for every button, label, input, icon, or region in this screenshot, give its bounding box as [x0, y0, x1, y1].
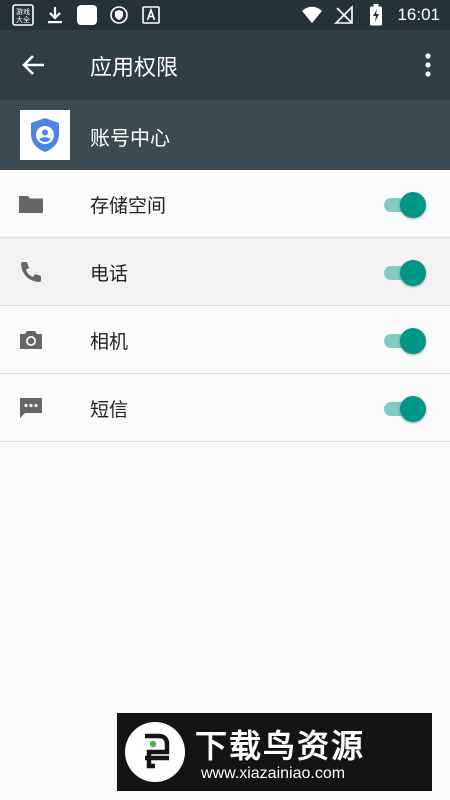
- status-bar: 游戏 大全 16:01: [0, 0, 450, 30]
- wifi-icon: [301, 4, 323, 26]
- folder-icon: [18, 191, 44, 217]
- toggle-thumb: [400, 328, 426, 354]
- permission-toggle[interactable]: [384, 191, 428, 219]
- shield-app-icon: [108, 4, 130, 26]
- camera-icon: [18, 327, 44, 353]
- more-vert-icon[interactable]: [422, 50, 434, 80]
- permission-row-camera[interactable]: 相机: [0, 306, 450, 374]
- permission-toggle[interactable]: [384, 327, 428, 355]
- toggle-thumb: [400, 396, 426, 422]
- account-shield-icon: [20, 110, 70, 160]
- svg-text:游戏: 游戏: [16, 7, 30, 16]
- permission-label: 存储空间: [90, 195, 167, 217]
- app-header: 账号中心: [0, 100, 450, 170]
- blank-app-icon: [76, 4, 98, 26]
- permission-row-phone[interactable]: 电话: [0, 238, 450, 306]
- permission-label: 相机: [90, 331, 129, 353]
- watermark-title: 下载鸟资源: [195, 727, 366, 765]
- permission-label: 短信: [90, 399, 129, 421]
- game-center-icon: 游戏 大全: [12, 4, 34, 26]
- watermark-url: www.xiazainiao.com: [201, 765, 346, 782]
- permission-row-sms[interactable]: 短信: [0, 374, 450, 442]
- watermark-banner: 下载鸟资源 www.xiazainiao.com: [117, 713, 432, 791]
- permission-toggle[interactable]: [384, 259, 428, 287]
- svg-text:大全: 大全: [16, 15, 30, 24]
- arrow-back-icon[interactable]: [20, 51, 48, 79]
- sms-icon: [18, 395, 44, 421]
- status-bar-system: 16:01: [301, 4, 440, 26]
- permission-list: 存储空间 电话 相机 短信: [0, 170, 450, 442]
- status-bar-notifications: 游戏 大全: [12, 4, 162, 26]
- toggle-thumb: [400, 192, 426, 218]
- permission-label: 电话: [90, 263, 129, 285]
- app-bar: 应用权限: [0, 30, 450, 100]
- app-name: 账号中心: [90, 126, 170, 150]
- bird-logo-icon: [125, 722, 185, 782]
- permission-toggle[interactable]: [384, 395, 428, 423]
- toggle-thumb: [400, 260, 426, 286]
- download-icon: [44, 4, 66, 26]
- phone-icon: [18, 259, 44, 285]
- permission-row-storage[interactable]: 存储空间: [0, 170, 450, 238]
- page-title: 应用权限: [90, 55, 179, 80]
- battery-charging-icon: [365, 4, 387, 26]
- status-time: 16:01: [397, 5, 440, 24]
- no-signal-icon: [333, 4, 355, 26]
- font-app-icon: [140, 4, 162, 26]
